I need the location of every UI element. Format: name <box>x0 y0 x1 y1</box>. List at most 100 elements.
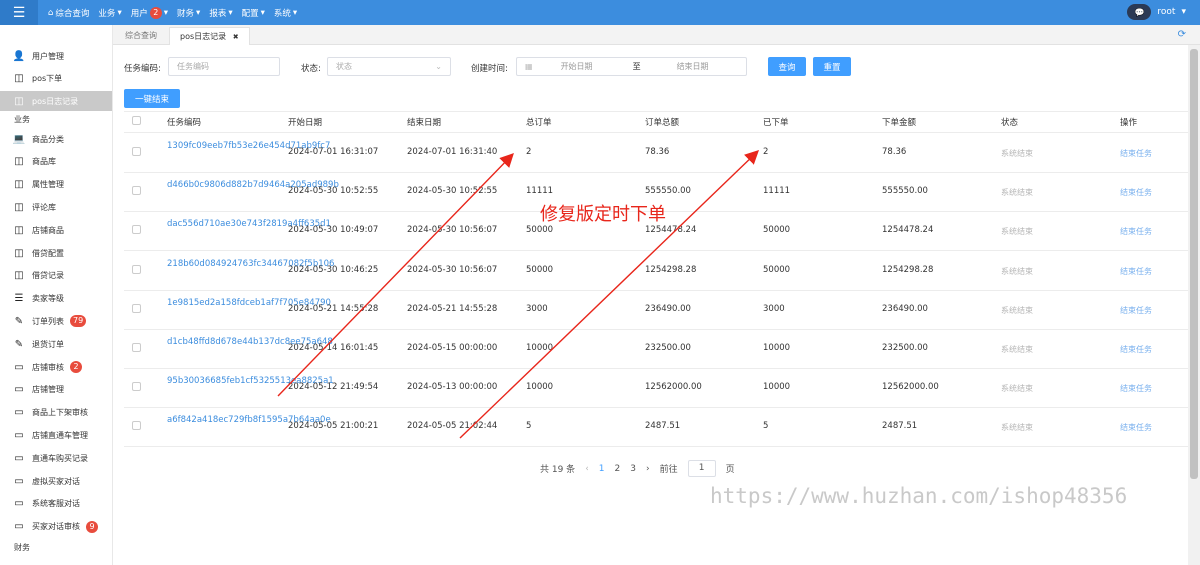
start-date-input[interactable]: 开始日期 <box>561 61 633 72</box>
col-header-placed-amount: 下单金额 <box>882 118 917 128</box>
page-2[interactable]: 2 <box>615 464 621 474</box>
columns-icon: ◫ <box>14 156 24 168</box>
end-task-link[interactable]: 结束任务 <box>1120 266 1152 277</box>
table-cell-total-orders: 50000 <box>526 225 554 236</box>
sidebar-item[interactable]: ▭ 虚拟买家对话 <box>12 472 80 490</box>
reset-button[interactable]: 重置 <box>813 57 851 76</box>
row-checkbox[interactable] <box>132 186 141 196</box>
end-task-link[interactable]: 结束任务 <box>1120 305 1152 316</box>
nav-system[interactable]: 系统 ▾ <box>274 7 297 19</box>
table-cell-start: 2024-05-12 21:49:54 <box>288 382 379 393</box>
table-cell-start: 2024-07-01 16:31:07 <box>288 147 379 157</box>
task-code-link[interactable]: d1cb48ffd8d678e44b137dc8ee75a648 <box>167 336 333 348</box>
nav-business[interactable]: 业务 ▾ <box>98 7 121 19</box>
select-all-checkbox[interactable] <box>132 116 141 125</box>
sidebar-item-pos-order[interactable]: ◫ pos下单 <box>12 69 62 87</box>
sidebar-item[interactable]: ◫ 店铺商品 <box>12 221 64 239</box>
sidebar-item[interactable]: ▭ 店铺管理 <box>12 381 64 399</box>
row-checkbox[interactable] <box>132 225 141 235</box>
notification-badge: 2 <box>149 6 162 19</box>
card-icon: ▭ <box>14 475 24 487</box>
nav-report[interactable]: 报表 ▾ <box>209 7 232 19</box>
sidebar-item[interactable]: ▭ 店铺直通车管理 <box>12 426 88 444</box>
batch-end-button[interactable]: 一键结束 <box>124 89 180 108</box>
sidebar-item-pos-log[interactable]: ◫ pos日志记录 <box>12 92 78 110</box>
row-checkbox[interactable] <box>132 343 141 352</box>
col-header-end-date: 结束日期 <box>407 118 442 128</box>
sidebar-item[interactable]: ▭ 店铺审核 2 <box>12 358 82 376</box>
sidebar-item[interactable]: ▭ 买家对话审核 9 <box>12 518 98 536</box>
table-cell-placed-amount: 232500.00 <box>882 343 928 353</box>
task-code-link[interactable]: 95b30036685feb1cf5325513ea8825a1 <box>167 375 334 387</box>
end-task-link[interactable]: 结束任务 <box>1120 226 1152 237</box>
query-button[interactable]: 查询 <box>768 57 806 76</box>
nav-config[interactable]: 配置 ▾ <box>242 7 265 19</box>
table-cell-placed-amount: 236490.00 <box>882 303 928 314</box>
end-task-link[interactable]: 结束任务 <box>1120 422 1152 433</box>
row-checkbox[interactable] <box>132 264 141 274</box>
task-code-link[interactable]: 1309fc09eeb7fb53e26e454d71ab9fc7 <box>167 140 330 152</box>
table-cell-start: 2024-05-30 10:49:07 <box>288 225 379 236</box>
sidebar-item[interactable]: ☰ 卖家等级 <box>12 290 64 308</box>
table-cell-total-amount: 12562000.00 <box>645 382 702 393</box>
sidebar-item[interactable]: ▭ 系统客服对话 <box>12 495 80 513</box>
sidebar-item[interactable]: ▭ 商品上下架审核 <box>12 404 88 422</box>
watermark-text: https://www.huzhan.com/ishop48356 <box>710 484 1128 508</box>
tab-overview[interactable]: 综合查询 <box>115 27 167 45</box>
date-range-picker[interactable]: ▦ 开始日期 至 结束日期 <box>516 57 747 76</box>
row-checkbox[interactable] <box>132 147 141 156</box>
status-select[interactable]: 状态 ⌄ <box>327 57 451 76</box>
end-task-link[interactable]: 结束任务 <box>1120 344 1152 355</box>
sidebar-item[interactable]: ✎ 订单列表 79 <box>12 312 87 330</box>
page-unit-label: 页 <box>725 465 735 475</box>
sidebar-item[interactable]: ◫ 商品库 <box>12 153 56 171</box>
row-checkbox[interactable] <box>132 382 141 392</box>
table-cell-end: 2024-05-30 10:56:07 <box>407 264 498 275</box>
sidebar-item[interactable]: ◫ 属性管理 <box>12 176 64 194</box>
row-checkbox[interactable] <box>132 421 141 431</box>
vertical-scrollbar[interactable] <box>1188 45 1200 565</box>
col-header-task-code: 任务编码 <box>167 118 202 128</box>
chat-icon[interactable]: 💬 <box>1127 4 1152 20</box>
close-icon[interactable]: ✖ <box>233 33 239 41</box>
task-code-link[interactable]: dac556d710ae30e743f2819a4ff635d1 <box>167 218 331 230</box>
row-divider <box>124 368 1188 369</box>
hamburger-icon[interactable]: ☰ <box>0 0 38 25</box>
nav-user[interactable]: 用户 2 ▾ <box>131 6 168 19</box>
status-text: 系统结束 <box>1001 345 1033 354</box>
scrollbar-thumb[interactable] <box>1190 49 1198 479</box>
row-checkbox[interactable] <box>132 303 141 313</box>
prev-page-button[interactable]: ‹ <box>585 464 589 474</box>
tab-pos-log[interactable]: pos日志记录 ✖ <box>169 27 250 45</box>
table-cell-end: 2024-07-01 16:31:40 <box>407 147 498 157</box>
goto-page-input[interactable]: 1 <box>687 460 716 477</box>
sidebar-item[interactable]: ✎ 退货订单 <box>12 335 64 353</box>
sidebar-item[interactable]: ▭ 直通车购买记录 <box>12 449 88 467</box>
sidebar-item-label: 卖家等级 <box>32 294 64 304</box>
end-task-link[interactable]: 结束任务 <box>1120 187 1152 198</box>
nav-home[interactable]: ⌂ 综合查询 <box>48 7 89 19</box>
nav-finance[interactable]: 财务 ▾ <box>177 7 200 19</box>
sidebar-item[interactable]: ◫ 借贷记录 <box>12 267 64 285</box>
refresh-icon[interactable]: ⟳ <box>1178 29 1186 40</box>
columns-icon: ◫ <box>14 247 24 259</box>
sidebar-item-user-manage[interactable]: 👤 用户管理 <box>12 47 64 65</box>
col-header-start-date: 开始日期 <box>288 118 323 128</box>
list-icon: ☰ <box>14 293 24 305</box>
user-menu[interactable]: 💬 root ▾ <box>1127 4 1186 20</box>
end-task-link[interactable]: 结束任务 <box>1120 148 1152 159</box>
sidebar-item[interactable]: ◫ 评论库 <box>12 198 56 216</box>
next-page-button[interactable]: › <box>646 464 650 474</box>
sidebar-item[interactable]: 💻 商品分类 <box>12 130 64 148</box>
end-date-input[interactable]: 结束日期 <box>677 61 709 72</box>
page-1[interactable]: 1 <box>599 464 605 474</box>
task-code-link[interactable]: d466b0c9806d882b7d9464a205ad989b <box>167 179 339 191</box>
task-code-link[interactable]: 218b60d084924763fc34467082f5b106 <box>167 258 334 270</box>
sidebar-item[interactable]: ◫ 借贷配置 <box>12 244 64 262</box>
end-task-link[interactable]: 结束任务 <box>1120 383 1152 394</box>
page-3[interactable]: 3 <box>630 464 636 474</box>
task-code-link[interactable]: 1e9815ed2a158fdceb1af7f705e84790 <box>167 297 331 309</box>
table-cell-placed: 50000 <box>763 225 791 236</box>
task-code-link[interactable]: a6f842a418ec729fb8f1595a7b64aa0e <box>167 414 331 426</box>
task-code-input[interactable]: 任务编码 <box>168 57 280 76</box>
